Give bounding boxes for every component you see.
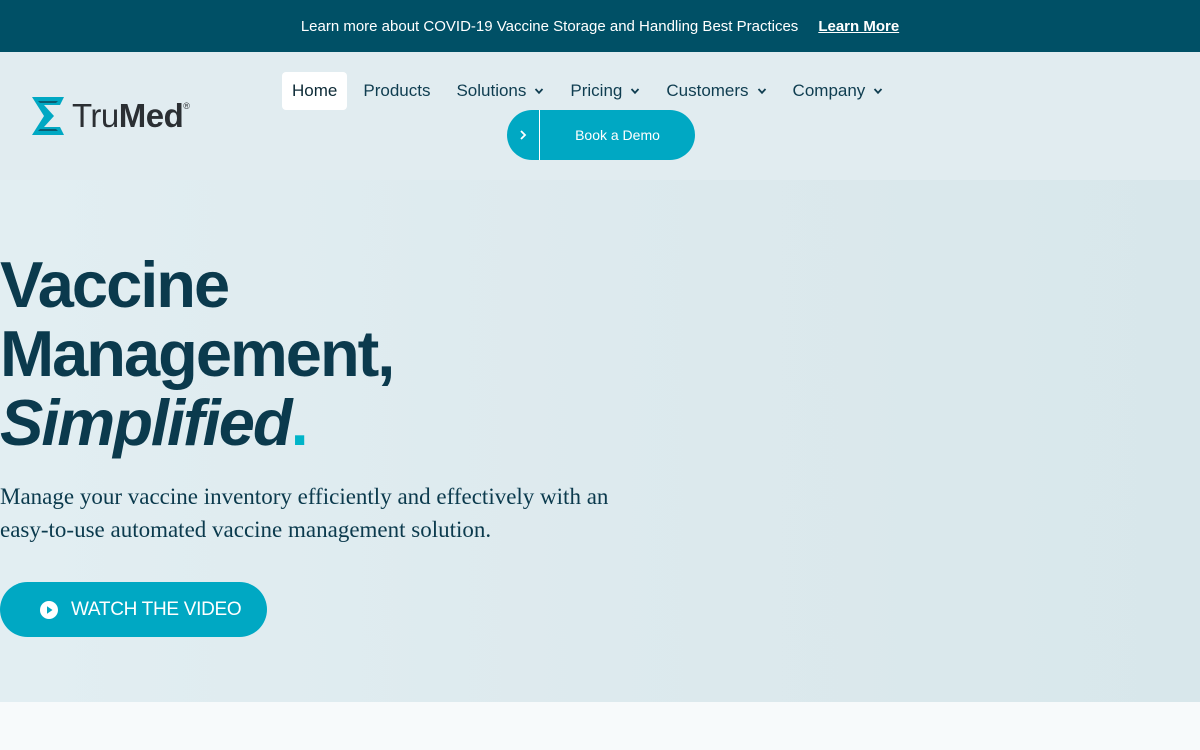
watch-video-button[interactable]: WATCH THE VIDEO [0, 582, 267, 637]
chevron-down-icon [757, 88, 766, 95]
next-section [0, 702, 1200, 750]
brand-name-light: Tru [72, 97, 119, 134]
book-demo-label: Book a Demo [575, 127, 660, 143]
nav-item-home[interactable]: Home [282, 72, 348, 110]
registered-mark: ® [183, 101, 190, 111]
headline-line-3: Simplified [0, 386, 293, 459]
nav-label: Customers [666, 81, 749, 100]
play-icon [40, 600, 58, 619]
hero-subtext: Manage your vaccine inventory efficientl… [0, 484, 609, 542]
nav-label: Company [792, 81, 866, 100]
trumed-logo[interactable]: TruMed® [30, 95, 190, 137]
nav-label: Solutions [456, 81, 527, 100]
site-header: TruMed® Home Products Solutions Pricing … [0, 52, 1200, 180]
banner-message: Learn more about COVID-19 Vaccine Storag… [300, 17, 799, 35]
watch-video-label: WATCH THE VIDEO [71, 598, 242, 620]
nav-item-solutions[interactable]: Solutions [446, 72, 554, 110]
main-nav: Home Products Solutions Pricing Customer… [282, 72, 899, 110]
nav-label: Products [363, 81, 431, 100]
brand-wordmark: TruMed® [72, 97, 190, 135]
nav-label: Home [292, 81, 338, 100]
nav-item-customers[interactable]: Customers [656, 72, 776, 110]
headline-line-1: Vaccine [0, 248, 230, 321]
learn-more-link[interactable]: Learn More [818, 18, 899, 35]
headline-accent-dot: . [290, 386, 309, 459]
nav-item-pricing[interactable]: Pricing [560, 72, 650, 110]
nav-item-company[interactable]: Company [783, 72, 894, 110]
chevron-down-icon [874, 88, 883, 95]
nav-item-products[interactable]: Products [353, 72, 440, 110]
nav-label: Pricing [570, 81, 623, 100]
hourglass-logo-icon [32, 97, 64, 135]
book-demo-button[interactable]: Book a Demo [507, 110, 695, 160]
chevron-right-icon [507, 110, 540, 160]
chevron-down-icon [631, 88, 640, 95]
announcement-banner: Learn more about COVID-19 Vaccine Storag… [0, 0, 1200, 52]
brand-name-bold: Med [118, 97, 184, 134]
headline-line-2: Management, [0, 317, 395, 390]
hero-headline: Vaccine Management, Simplified. [0, 248, 395, 459]
hero-section: Vaccine Management, Simplified. Manage y… [0, 180, 1200, 702]
chevron-down-icon [535, 88, 544, 95]
